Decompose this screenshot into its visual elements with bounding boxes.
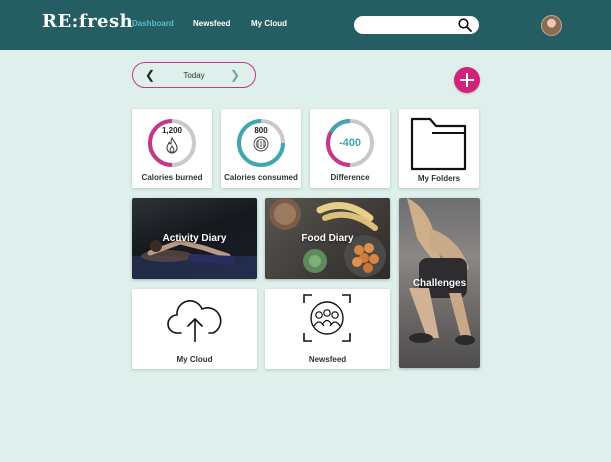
challenges-label: Challenges (412, 278, 467, 289)
nav-my-cloud[interactable]: My Cloud (251, 19, 287, 28)
difference-value: -400 (338, 137, 362, 149)
my-folders-label: My Folders (417, 174, 461, 183)
user-avatar[interactable] (541, 15, 562, 36)
search-icon[interactable] (458, 18, 472, 32)
chevron-right-icon[interactable]: ❯ (230, 68, 240, 82)
add-button[interactable] (454, 67, 480, 93)
calories-burned-value: 1,200 (161, 126, 183, 135)
challenges-tile[interactable]: Challenges (399, 198, 480, 368)
calories-burned-label: Calories burned (141, 173, 203, 182)
calories-consumed-value: 800 (254, 126, 268, 135)
folder-icon (410, 117, 467, 171)
calories-consumed-card[interactable]: 800 Calories consumed (221, 109, 301, 188)
activity-diary-label: Activity Diary (162, 233, 227, 244)
app-logo[interactable]: RE:fresh (42, 11, 133, 32)
food-diary-tile[interactable]: Food Diary (265, 198, 390, 279)
difference-label: Difference (330, 173, 370, 182)
date-selector: ❮ Today ❯ (132, 62, 256, 88)
flame-icon (166, 137, 178, 154)
nav-newsfeed[interactable]: Newsfeed (193, 19, 230, 28)
newsfeed-label: Newsfeed (308, 355, 347, 364)
calories-burned-card[interactable]: 1,200 Calories burned (132, 109, 212, 188)
top-bar: RE:fresh Dashboard Newsfeed My Cloud (0, 0, 611, 50)
nav-dashboard[interactable]: Dashboard (132, 19, 174, 28)
cutlery-icon (253, 136, 269, 152)
cloud-upload-icon (167, 300, 222, 342)
food-diary-label: Food Diary (301, 233, 354, 244)
community-icon (303, 294, 351, 342)
my-cloud-card[interactable]: My Cloud (132, 289, 257, 369)
newsfeed-card[interactable]: Newsfeed (265, 289, 390, 369)
calories-consumed-label: Calories consumed (224, 173, 298, 182)
difference-card[interactable]: -400 Difference (310, 109, 390, 188)
my-folders-card[interactable]: My Folders (399, 109, 479, 188)
activity-diary-tile[interactable]: Activity Diary (132, 198, 257, 279)
my-cloud-label: My Cloud (176, 355, 213, 364)
